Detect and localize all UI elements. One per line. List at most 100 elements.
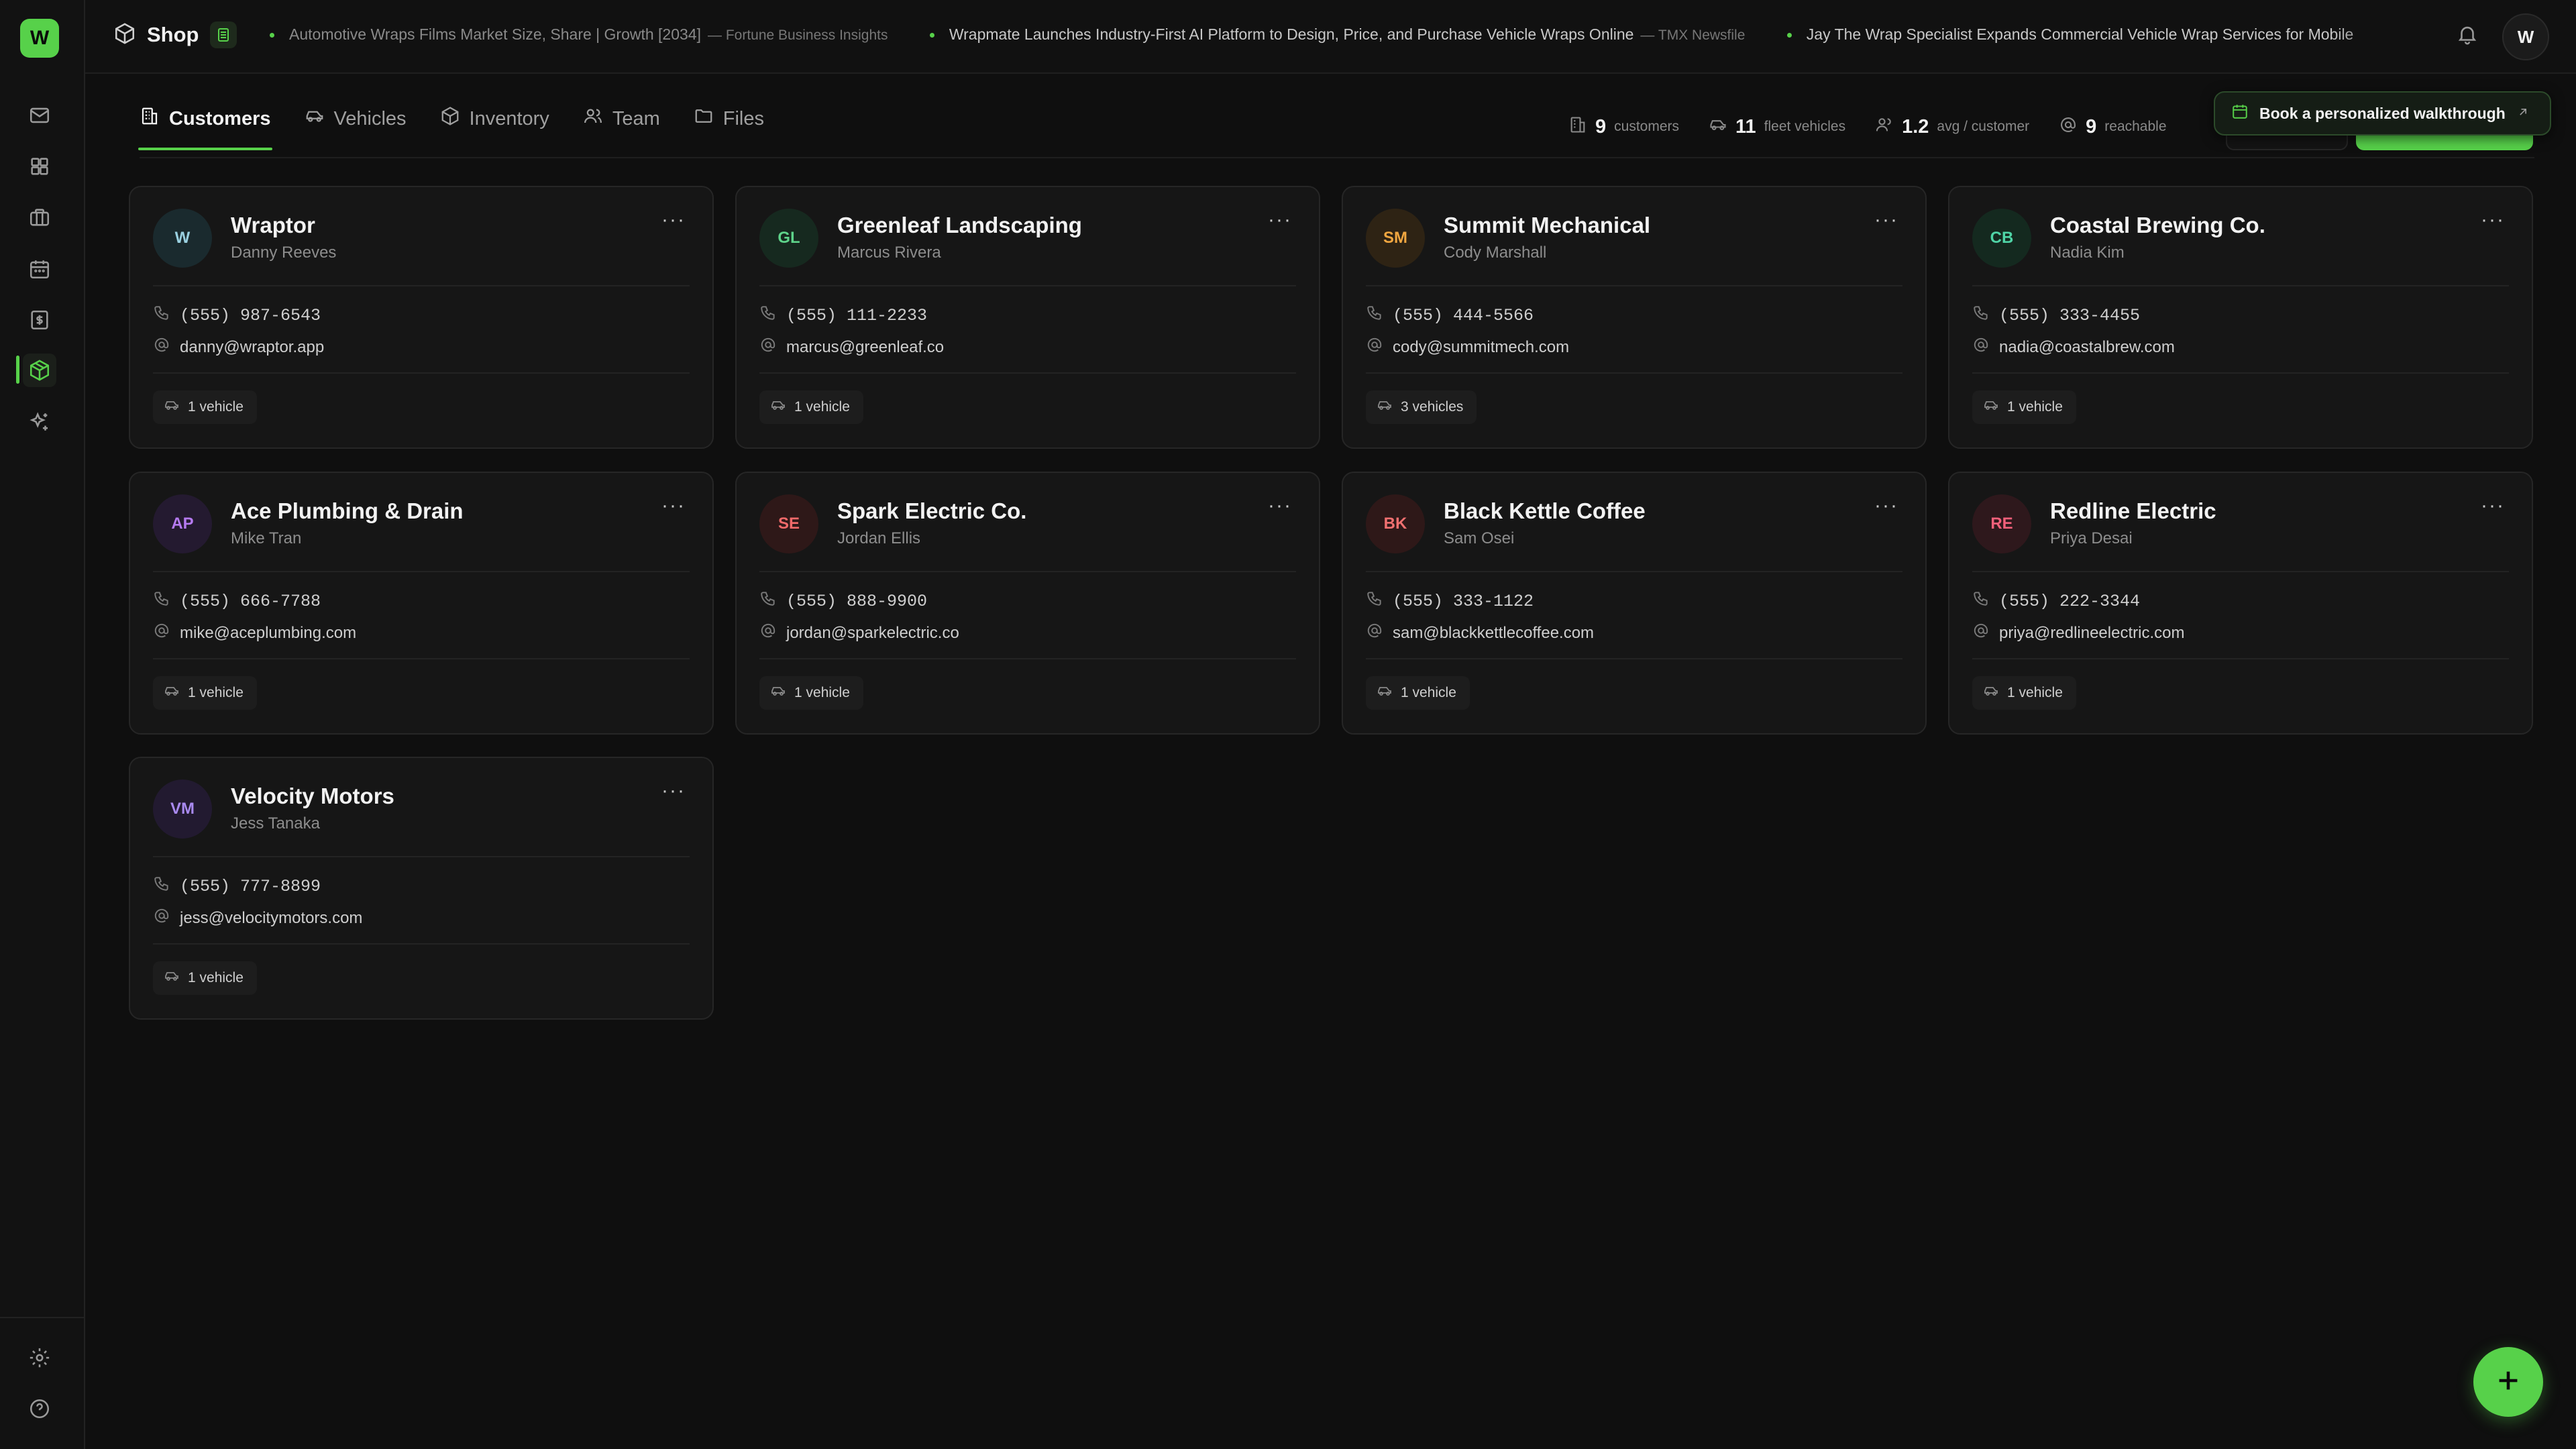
bell-icon[interactable] <box>2456 23 2479 49</box>
customer-card[interactable]: VM Velocity Motors Jess Tanaka ··· (555) 777… <box>129 757 714 1020</box>
email-row[interactable]: marcus@greenleaf.co <box>759 336 944 358</box>
mail-icon[interactable] <box>23 99 56 132</box>
vehicle-count-badge[interactable]: 1 vehicle <box>1972 676 2076 710</box>
customer-name[interactable]: Redline Electric <box>2050 498 2216 524</box>
walkthrough-button[interactable]: Book a personalized walkthrough <box>2214 91 2551 136</box>
vehicle-count-badge[interactable]: 1 vehicle <box>759 390 863 424</box>
plus-icon <box>2493 1365 2524 1399</box>
add-customer-button[interactable] <box>2473 1347 2543 1417</box>
car-icon <box>164 968 180 988</box>
tabs-divider <box>140 157 2534 158</box>
customer-card[interactable]: BK Black Kettle Coffee Sam Osei ··· (555) 33… <box>1342 472 1927 735</box>
stat-label: fleet vehicles <box>1764 119 1846 134</box>
phone-row[interactable]: (555) 333-4455 <box>1972 304 2140 327</box>
customer-name[interactable]: Greenleaf Landscaping <box>837 213 1082 238</box>
email-row[interactable]: priya@redlineelectric.com <box>1972 622 2184 644</box>
calendar-icon[interactable] <box>23 252 56 286</box>
email-row[interactable]: cody@summitmech.com <box>1366 336 1569 358</box>
more-options-icon[interactable]: ··· <box>661 210 686 230</box>
ticker-item[interactable]: Wrapmate Launches Industry-First AI Plat… <box>929 25 1745 44</box>
folder-icon <box>694 106 714 131</box>
vehicle-count-badge[interactable]: 3 vehicles <box>1366 390 1477 424</box>
customer-name[interactable]: Coastal Brewing Co. <box>2050 213 2265 238</box>
ticker-item[interactable]: Automotive Wraps Films Market Size, Shar… <box>270 25 888 44</box>
shop-cube-icon[interactable] <box>23 354 56 387</box>
tab-customers[interactable]: Customers <box>138 106 272 150</box>
phone-number: (555) 987-6543 <box>180 305 321 325</box>
phone-row[interactable]: (555) 222-3344 <box>1972 590 2140 612</box>
more-options-icon[interactable]: ··· <box>2481 496 2505 516</box>
customer-name[interactable]: Wraptor <box>231 213 315 238</box>
customer-name[interactable]: Ace Plumbing & Drain <box>231 498 464 524</box>
customer-avatar: BK <box>1366 494 1425 553</box>
phone-row[interactable]: (555) 666-7788 <box>153 590 321 612</box>
phone-row[interactable]: (555) 987-6543 <box>153 304 321 327</box>
at-sign-icon <box>1366 336 1383 358</box>
phone-row[interactable]: (555) 444-5566 <box>1366 304 1534 327</box>
vehicle-count-badge[interactable]: 1 vehicle <box>153 390 257 424</box>
phone-icon <box>1972 304 1990 327</box>
email-row[interactable]: jordan@sparkelectric.co <box>759 622 959 644</box>
vehicle-count-badge[interactable]: 1 vehicle <box>759 676 863 710</box>
tab-label: Team <box>612 107 660 129</box>
more-options-icon[interactable]: ··· <box>661 496 686 516</box>
customer-avatar: GL <box>759 209 818 268</box>
tab-vehicles[interactable]: Vehicles <box>305 106 407 148</box>
vehicle-count: 1 vehicle <box>188 685 244 700</box>
phone-row[interactable]: (555) 888-9900 <box>759 590 927 612</box>
vehicle-count-badge[interactable]: 1 vehicle <box>1972 390 2076 424</box>
tab-label: Vehicles <box>333 107 407 129</box>
email-row[interactable]: sam@blackkettlecoffee.com <box>1366 622 1594 644</box>
card-divider <box>153 571 690 572</box>
user-avatar[interactable]: W <box>2502 13 2549 60</box>
customer-card[interactable]: CB Coastal Brewing Co. Nadia Kim ··· (555) 3… <box>1948 186 2533 449</box>
customer-name[interactable]: Black Kettle Coffee <box>1444 498 1646 524</box>
phone-number: (555) 444-5566 <box>1393 305 1534 325</box>
customer-card[interactable]: AP Ace Plumbing & Drain Mike Tran ··· (555) … <box>129 472 714 735</box>
phone-row[interactable]: (555) 777-8899 <box>153 875 321 898</box>
email-row[interactable]: nadia@coastalbrew.com <box>1972 336 2175 358</box>
vehicle-count-badge[interactable]: 1 vehicle <box>153 961 257 995</box>
phone-row[interactable]: (555) 111-2233 <box>759 304 927 327</box>
customer-card[interactable]: RE Redline Electric Priya Desai ··· (555) 22… <box>1948 472 2533 735</box>
at-sign-icon <box>2059 115 2078 138</box>
customer-name[interactable]: Summit Mechanical <box>1444 213 1650 238</box>
app-logo[interactable]: W <box>20 19 59 58</box>
customer-name[interactable]: Spark Electric Co. <box>837 498 1026 524</box>
more-options-icon[interactable]: ··· <box>1268 496 1292 516</box>
card-divider <box>759 571 1296 572</box>
help-icon[interactable] <box>23 1392 56 1426</box>
more-options-icon[interactable]: ··· <box>1874 496 1898 516</box>
vehicle-count: 3 vehicles <box>1401 399 1464 415</box>
customer-name[interactable]: Velocity Motors <box>231 784 394 809</box>
ticker-item[interactable]: Jay The Wrap Specialist Expands Commerci… <box>1786 25 2353 44</box>
customer-avatar: CB <box>1972 209 2031 268</box>
email-row[interactable]: jess@velocitymotors.com <box>153 907 362 929</box>
more-options-icon[interactable]: ··· <box>1268 210 1292 230</box>
more-options-icon[interactable]: ··· <box>2481 210 2505 230</box>
sparkles-icon[interactable] <box>23 405 56 439</box>
settings-icon[interactable] <box>23 1341 56 1375</box>
email-row[interactable]: danny@wraptor.app <box>153 336 324 358</box>
customer-card[interactable]: GL Greenleaf Landscaping Marcus Rivera ··· (… <box>735 186 1320 449</box>
customer-card[interactable]: W Wraptor Danny Reeves ··· (555) 987-6543 dan… <box>129 186 714 449</box>
tab-inventory[interactable]: Inventory <box>440 106 549 148</box>
vehicle-count-badge[interactable]: 1 vehicle <box>1366 676 1470 710</box>
sheet-icon[interactable] <box>209 21 237 48</box>
tab-team[interactable]: Team <box>583 106 660 148</box>
phone-row[interactable]: (555) 333-1122 <box>1366 590 1534 612</box>
vehicle-count-badge[interactable]: 1 vehicle <box>153 676 257 710</box>
customer-avatar: W <box>153 209 212 268</box>
more-options-icon[interactable]: ··· <box>1874 210 1898 230</box>
customer-card[interactable]: SM Summit Mechanical Cody Marshall ··· (555)… <box>1342 186 1927 449</box>
cube-icon <box>113 22 136 48</box>
tab-files[interactable]: Files <box>694 106 764 148</box>
customer-card[interactable]: SE Spark Electric Co. Jordan Ellis ··· (555)… <box>735 472 1320 735</box>
dashboard-icon[interactable] <box>23 150 56 183</box>
stat-fleet: 11 fleet vehicles <box>1709 115 1845 138</box>
email-address: danny@wraptor.app <box>180 337 325 356</box>
email-row[interactable]: mike@aceplumbing.com <box>153 622 356 644</box>
more-options-icon[interactable]: ··· <box>661 781 686 801</box>
invoice-icon[interactable] <box>23 303 56 337</box>
briefcase-icon[interactable] <box>23 201 56 234</box>
